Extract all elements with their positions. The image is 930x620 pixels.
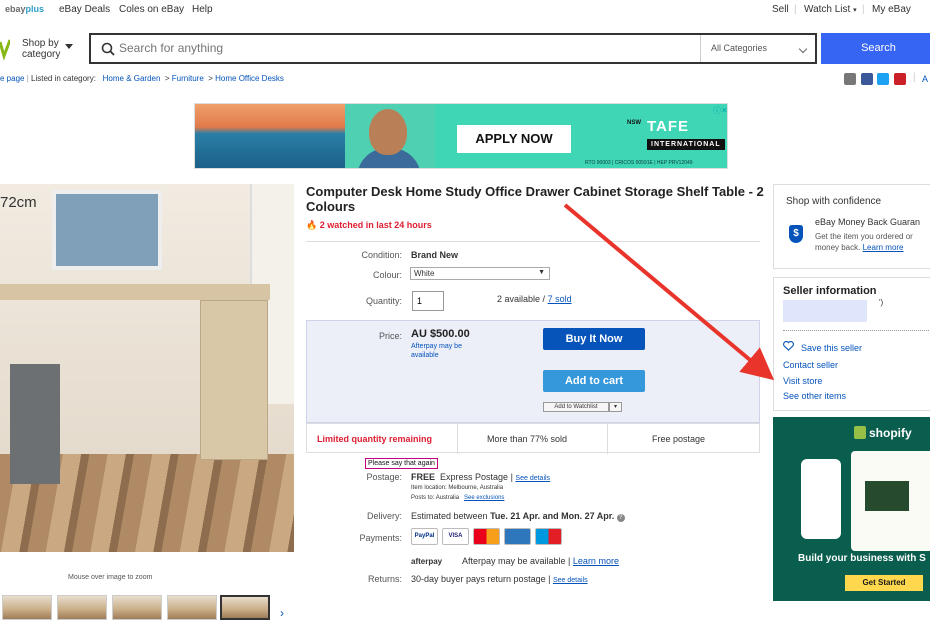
annotation-arrow — [563, 203, 775, 381]
